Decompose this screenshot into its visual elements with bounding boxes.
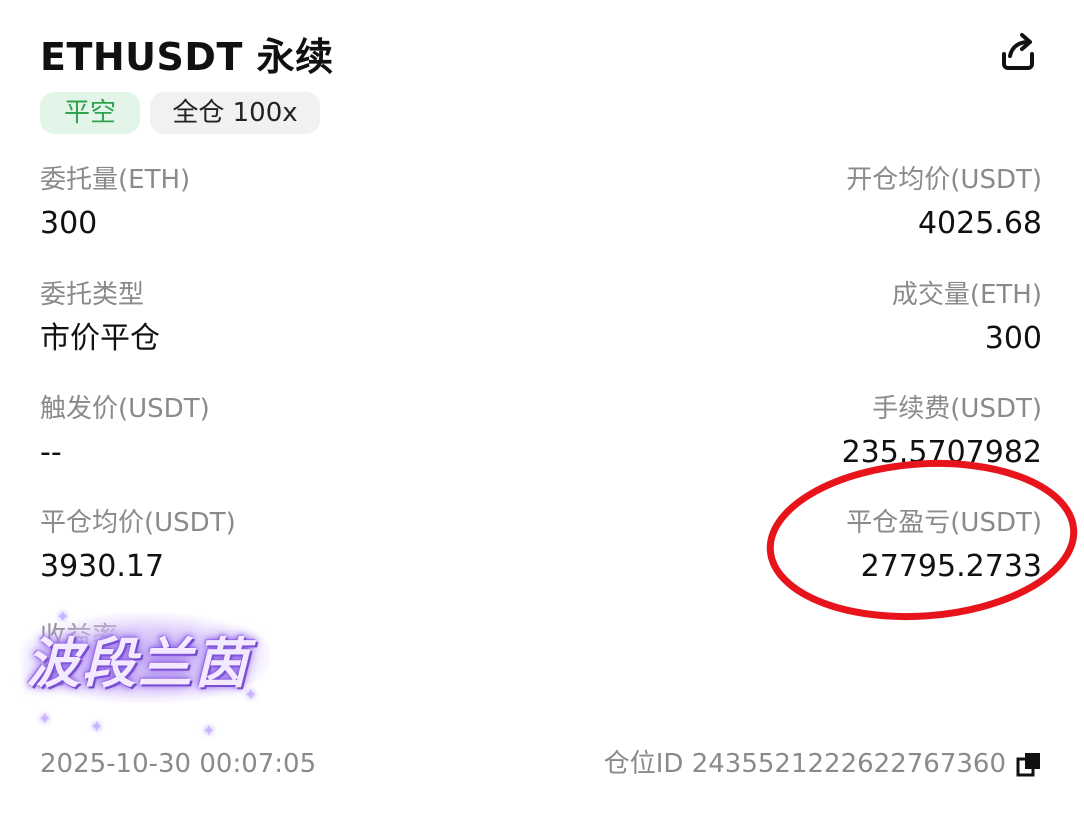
fee-label: 手续费(USDT): [872, 394, 1042, 424]
yield-field: 收益率 %: [40, 620, 118, 694]
copy-icon: [1016, 751, 1042, 777]
trigger-price-label: 触发价(USDT): [40, 394, 210, 424]
sparkle-icon: ✦: [244, 685, 258, 704]
order-qty-field: 委托量(ETH) 300: [40, 163, 190, 245]
open-avg-price-label: 开仓均价(USDT): [846, 165, 1042, 195]
trigger-price-field: 触发价(USDT) --: [40, 392, 210, 474]
share-icon: [996, 30, 1040, 74]
sparkle-icon: ✦: [90, 717, 104, 736]
filled-qty-label: 成交量(ETH): [891, 280, 1042, 310]
close-pnl-label: 平仓盈亏(USDT): [846, 508, 1042, 538]
close-avg-price-value: 3930.17: [40, 549, 165, 584]
fee-field: 手续费(USDT) 235.5707982: [842, 392, 1042, 474]
filled-qty-field: 成交量(ETH) 300: [892, 278, 1042, 360]
position-id: 仓位ID 2435521222622767360: [604, 746, 1042, 782]
order-type-label: 委托类型: [40, 280, 145, 310]
order-type-value: 市价平仓: [40, 321, 160, 356]
copy-button[interactable]: [1016, 751, 1042, 777]
filled-qty-value: 300: [984, 321, 1042, 356]
page-title: ETHUSDT 永续: [40, 35, 334, 79]
trigger-price-value: --: [40, 435, 62, 470]
close-avg-price-label: 平仓均价(USDT): [40, 508, 236, 538]
open-avg-price-field: 开仓均价(USDT) 4025.68: [846, 163, 1042, 245]
open-avg-price-value: 4025.68: [917, 206, 1042, 241]
margin-leverage-badge: 全仓 100x: [150, 92, 320, 134]
sparkle-icon: ✦: [202, 721, 216, 740]
close-pnl-value: 27795.2733: [860, 549, 1042, 584]
close-avg-price-field: 平仓均价(USDT) 3930.17: [40, 506, 236, 588]
order-qty-label: 委托量(ETH): [40, 165, 191, 195]
position-side-badge: 平空: [40, 92, 140, 134]
close-pnl-field: 平仓盈亏(USDT) 27795.2733: [846, 506, 1042, 588]
order-qty-value: 300: [40, 206, 98, 241]
order-timestamp: 2025-10-30 00:07:05: [40, 749, 317, 779]
share-button[interactable]: [996, 30, 1040, 74]
yield-label: 收益率: [40, 622, 119, 652]
sparkle-icon: ✦: [38, 709, 52, 728]
fee-value: 235.5707982: [841, 435, 1042, 470]
position-id-text: 仓位ID 2435521222622767360: [603, 749, 1006, 779]
order-type-field: 委托类型 市价平仓: [40, 278, 160, 360]
yield-value: %: [40, 659, 67, 692]
